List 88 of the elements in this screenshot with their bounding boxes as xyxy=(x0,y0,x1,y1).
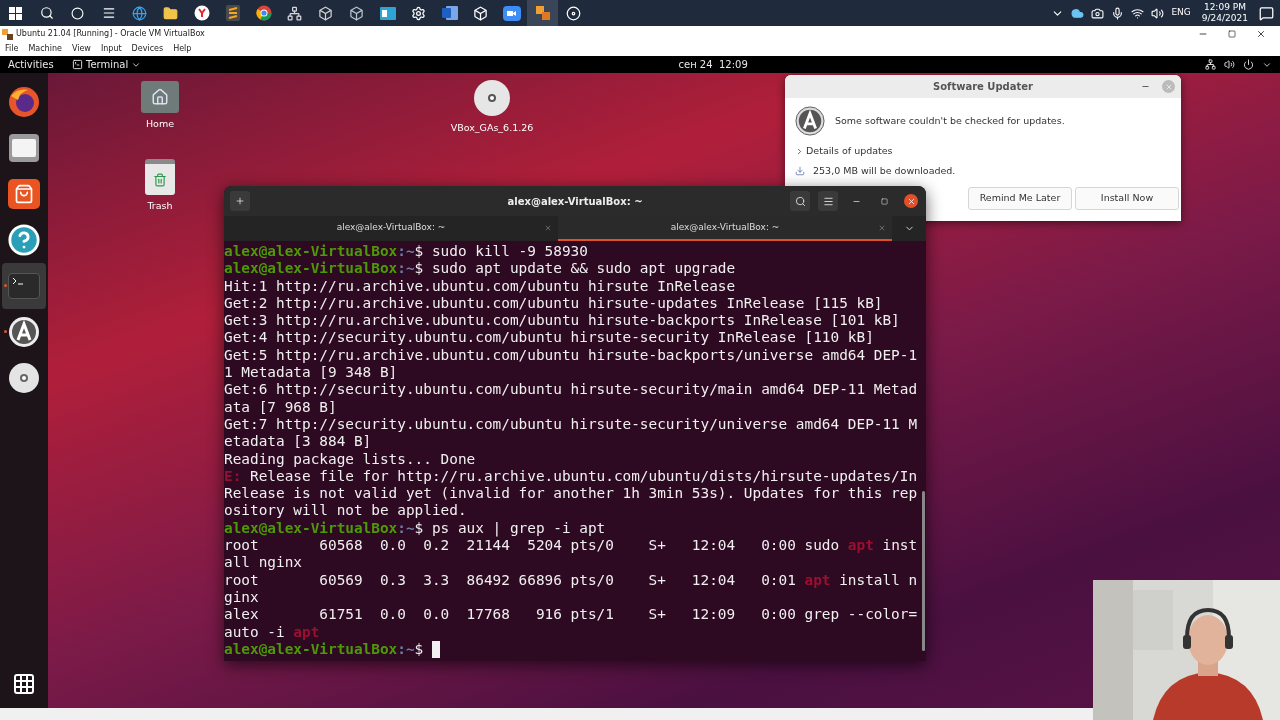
desktop-icon-label[interactable]: Trash xyxy=(147,199,173,214)
notification-icon[interactable] xyxy=(1259,5,1274,21)
close-icon xyxy=(906,196,916,206)
terminal-line: etadata [3 884 B] xyxy=(224,433,373,451)
close-button[interactable] xyxy=(904,194,918,208)
terminal-line: Hit:1 http://ru.archive.ubuntu.com/ubuntu hirsute InRelease xyxy=(224,277,737,295)
power-icon[interactable] xyxy=(1243,59,1254,70)
terminal-line: Get:6 http://security.ubuntu.com/ubuntu hirsute-security/main amd64 DEP-11 Metad xyxy=(224,381,919,399)
terminal-line: ository will not be applied. xyxy=(224,502,468,520)
window-title: Ubuntu 21.04 [Running] - Oracle VM VirtualBox xyxy=(16,28,205,40)
search-icon xyxy=(794,195,806,207)
clock[interactable]: сен 24 12:09 xyxy=(678,57,748,72)
updater-title: Software Updater xyxy=(931,80,1035,94)
terminal-line: ginx xyxy=(224,588,260,607)
menu-item[interactable]: Devices xyxy=(131,43,164,55)
close-icon[interactable] xyxy=(1256,29,1266,39)
language-indicator[interactable]: ENG xyxy=(1171,6,1191,20)
terminal-line: alex@alex-VirtualBox:~$ sudo apt update && sudo apt upgrade xyxy=(224,260,737,278)
menu-item[interactable]: File xyxy=(5,43,19,55)
terminal-tab[interactable]: alex@alex-VirtualBox: ~ xyxy=(224,216,558,241)
updater-icon xyxy=(8,316,40,348)
volume-icon[interactable] xyxy=(1224,59,1235,70)
bag-icon xyxy=(8,179,40,209)
terminal-line: root 60568 0.0 0.2 21144 5204 pts/0 S+ 12:04 0:00 sudo apt inst xyxy=(224,537,919,555)
app-menu[interactable]: Terminal xyxy=(72,57,142,72)
chevron-icon xyxy=(795,146,804,156)
updater-icon xyxy=(795,106,825,136)
details-expander[interactable]: Details of updates xyxy=(795,144,1181,159)
cloud-icon[interactable] xyxy=(1071,6,1085,20)
microphone-icon[interactable] xyxy=(1111,6,1125,20)
scrollbar[interactable] xyxy=(922,491,925,651)
menu-button[interactable] xyxy=(818,191,838,211)
running-indicator xyxy=(4,284,7,287)
download-size: 253,0 MB will be downloaded. xyxy=(813,164,956,179)
terminal-line: Get:4 http://security.ubuntu.com/ubuntu hirsute-security InRelease [110 kB] xyxy=(224,329,875,347)
updater-button[interactable]: Install Now xyxy=(1075,186,1179,210)
terminal-line: all nginx xyxy=(224,554,303,572)
virtual-machine-icon[interactable] xyxy=(527,0,558,26)
terminal-line: alex@alex-VirtualBox:~$ ps aux | grep -i apt xyxy=(224,519,607,538)
virtual-machine-icon xyxy=(2,28,13,40)
disc-icon xyxy=(473,79,511,117)
desktop-icon-label[interactable]: Home xyxy=(145,117,175,132)
terminal-icon xyxy=(8,273,40,299)
terminal-title: alex@alex-VirtualBox: ~ xyxy=(506,194,644,209)
terminal-line: Get:2 http://ru.archive.ubuntu.com/ubuntu hirsute-updates InRelease [115 kB] xyxy=(224,294,884,313)
download-icon xyxy=(795,166,805,177)
search-button[interactable] xyxy=(790,191,810,211)
help-icon xyxy=(7,223,41,257)
updater-button[interactable]: Remind Me Later xyxy=(968,186,1072,210)
new-tab-button[interactable] xyxy=(230,191,250,211)
terminal-line: E: Release file for http://ru.archive.ubuntu.com/ubuntu/dists/hirsute-updates/In xyxy=(224,467,919,486)
terminal-line: 1 Metadata [9 348 B] xyxy=(224,364,399,382)
menu-item[interactable]: Help xyxy=(173,43,192,55)
menu-item[interactable]: View xyxy=(71,43,91,55)
network-icon[interactable] xyxy=(1205,59,1216,70)
terminal-tab[interactable]: alex@alex-VirtualBox: ~ xyxy=(558,216,892,241)
home-folder-icon xyxy=(141,81,179,113)
terminal-line: alex@alex-VirtualBox:~$ sudo kill -9 58930 xyxy=(224,243,589,261)
disc-icon xyxy=(8,362,40,394)
updater-message: Some software couldn't be checked for updates. xyxy=(835,113,1065,128)
terminal-line: Get:5 http://ru.archive.ubuntu.com/ubuntu hirsute-backports/universe amd64 DEP-1 xyxy=(224,346,919,365)
wifi-icon[interactable] xyxy=(1131,6,1145,20)
terminal-line: Release is not valid yet (invalid for another 1h 3min 53s). Updates for this rep xyxy=(224,485,919,503)
camera-icon[interactable] xyxy=(1091,6,1105,20)
volume-icon[interactable] xyxy=(1151,6,1165,20)
menu-item[interactable]: Machine xyxy=(28,43,62,55)
trash-icon xyxy=(145,159,175,195)
terminal-line: Get:3 http://ru.archive.ubuntu.com/ubuntu hirsute-backports InRelease [101 kB] xyxy=(224,312,901,330)
maximize-icon[interactable] xyxy=(1228,30,1236,38)
menu-item[interactable]: Input xyxy=(100,43,122,55)
menu-icon xyxy=(822,195,834,207)
terminal-line: Get:7 http://security.ubuntu.com/ubuntu hirsute-security/universe amd64 DEP-11 M xyxy=(224,415,919,434)
plus-icon xyxy=(235,196,245,206)
desktop-icon-label[interactable]: VBox_GAs_6.1.26 xyxy=(450,121,534,136)
clock-date: 9/24/2021 xyxy=(1201,13,1248,24)
terminal-icon xyxy=(72,59,83,70)
activities-button[interactable]: Activities xyxy=(0,57,72,72)
close-icon xyxy=(1164,82,1173,91)
clock-time: 12:09 PM xyxy=(1203,2,1246,13)
browser-icon xyxy=(8,86,40,118)
terminal-line: root 60569 0.3 3.3 86492 66896 pts/0 S+ 12:04 0:01 apt install n xyxy=(224,571,919,589)
terminal-line: ata [7 968 B] xyxy=(224,398,338,416)
apps-grid-icon[interactable] xyxy=(12,672,36,696)
running-indicator xyxy=(4,330,7,333)
terminal-line: alex 61751 0.0 0.0 17768 916 pts/1 S+ 12:09 0:00 grep --color= xyxy=(224,606,919,624)
folder-icon xyxy=(8,133,40,163)
terminal-line: Reading package lists... Done xyxy=(224,450,477,468)
terminal-line: auto -i apt xyxy=(224,623,321,641)
